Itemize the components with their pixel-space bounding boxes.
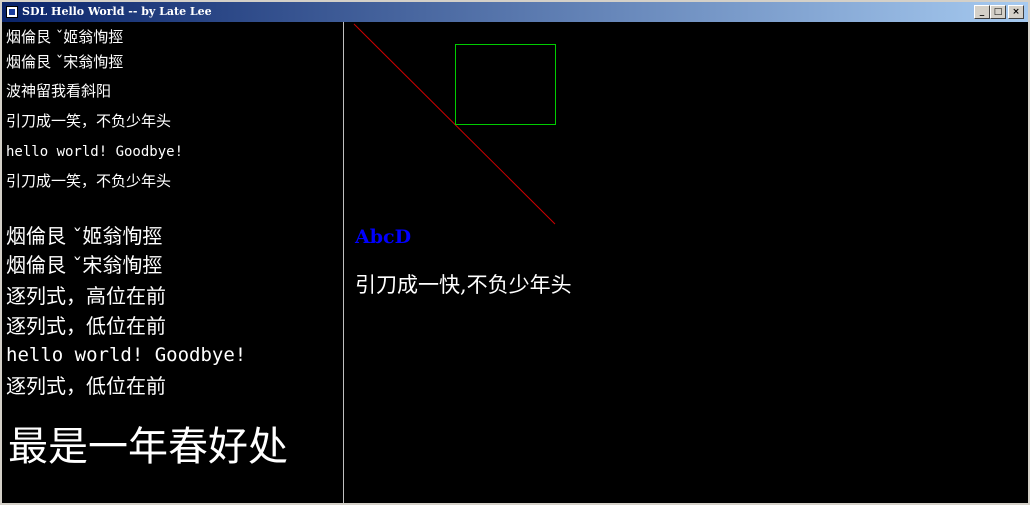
minimize-button[interactable]: _	[974, 5, 990, 19]
blue-text: AbcD	[355, 226, 412, 248]
drawing-layer	[353, 23, 556, 225]
app-window: SDL Hello World -- by Late Lee _ □ × 烟倫艮…	[0, 0, 1030, 505]
app-icon[interactable]	[6, 6, 18, 18]
title-bar[interactable]: SDL Hello World -- by Late Lee _ □ ×	[2, 2, 1028, 22]
maximize-button[interactable]: □	[990, 5, 1006, 19]
window-title: SDL Hello World -- by Late Lee	[22, 5, 212, 18]
sdl-canvas[interactable]: 烟倫艮 ˇ姬翁恂挳 烟倫艮 ˇ宋翁恂挳 波神留我看斜阳 引刀成一笑，不负少年头 …	[2, 22, 1028, 503]
close-button[interactable]: ×	[1008, 5, 1024, 19]
white-text: 引刀成一快,不负少年头	[355, 273, 572, 297]
green-rectangle	[455, 44, 556, 125]
